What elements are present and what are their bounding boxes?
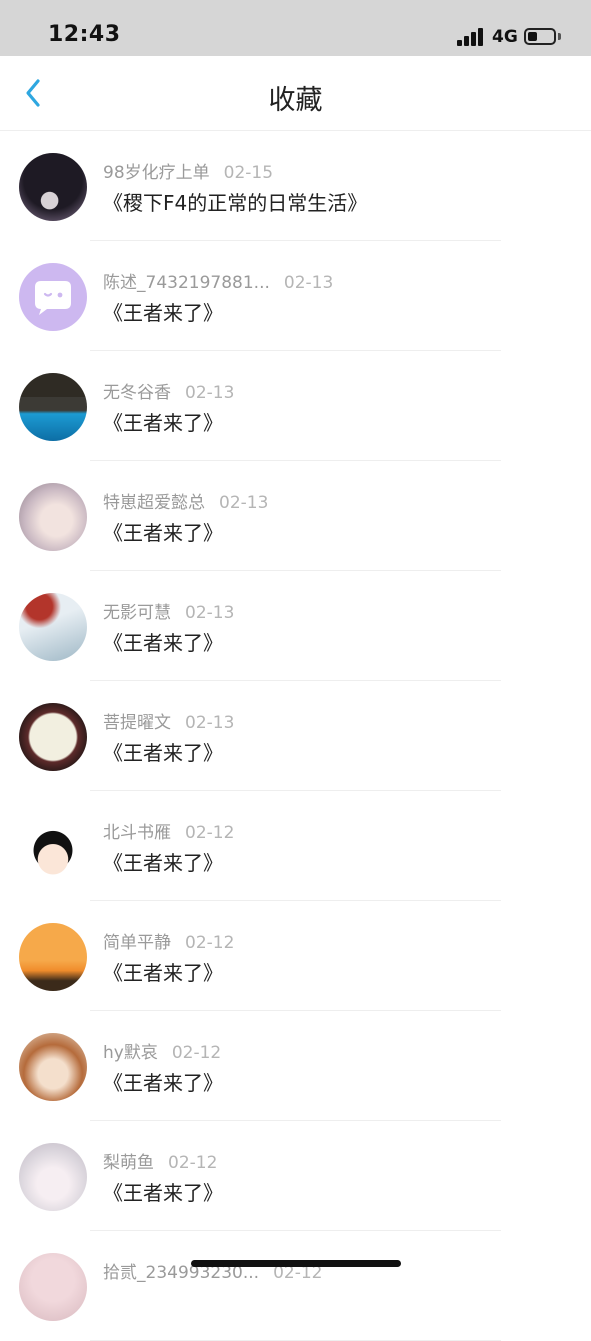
book-title[interactable]: 《王者来了》 bbox=[103, 627, 223, 656]
date: 02-12 bbox=[185, 823, 235, 843]
list-item[interactable]: 北斗书雁 02-12 《王者来了》 bbox=[0, 791, 591, 901]
favorites-list: 98岁化疗上单 02-15 《稷下F4的正常的日常生活》陈述_7432197881.… bbox=[0, 131, 591, 1341]
book-title[interactable]: 《王者来了》 bbox=[103, 297, 223, 326]
date: 02-13 bbox=[185, 713, 235, 733]
username[interactable]: 简单平静 bbox=[103, 933, 171, 953]
book-title[interactable]: 《王者来了》 bbox=[103, 957, 223, 986]
signal-icon bbox=[457, 28, 485, 46]
list-item[interactable]: 无影可慧 02-13 《王者来了》 bbox=[0, 571, 591, 681]
book-title[interactable]: 《王者来了》 bbox=[103, 1177, 223, 1206]
avatar[interactable] bbox=[19, 373, 87, 441]
network-type: 4G bbox=[492, 27, 518, 47]
username[interactable]: 98岁化疗上单 bbox=[103, 163, 210, 183]
list-item[interactable]: 98岁化疗上单 02-15 《稷下F4的正常的日常生活》 bbox=[0, 131, 591, 241]
list-item[interactable]: hy默哀 02-12 《王者来了》 bbox=[0, 1011, 591, 1121]
avatar[interactable] bbox=[19, 1143, 87, 1211]
list-item[interactable]: 菩提曜文 02-13 《王者来了》 bbox=[0, 681, 591, 791]
book-title[interactable]: 《王者来了》 bbox=[103, 847, 223, 876]
item-meta: 梨萌鱼 02-12 bbox=[103, 1148, 217, 1173]
list-item[interactable]: 特崽超爱懿总 02-13 《王者来了》 bbox=[0, 461, 591, 571]
username[interactable]: 无影可慧 bbox=[103, 603, 171, 623]
item-meta: 无影可慧 02-13 bbox=[103, 598, 234, 623]
username[interactable]: 北斗书雁 bbox=[103, 823, 171, 843]
date: 02-13 bbox=[185, 603, 235, 623]
page-title: 收藏 bbox=[268, 85, 323, 116]
avatar[interactable] bbox=[19, 153, 87, 221]
header: 收藏 bbox=[0, 56, 591, 131]
avatar[interactable] bbox=[19, 923, 87, 991]
date: 02-13 bbox=[283, 273, 334, 293]
status-time: 12:43 bbox=[48, 22, 121, 47]
battery-cap bbox=[558, 33, 561, 40]
username[interactable]: 陈述_7432197881... bbox=[103, 273, 270, 293]
date: 02-15 bbox=[223, 163, 274, 183]
list-item[interactable]: 梨萌鱼 02-12 《王者来了》 bbox=[0, 1121, 591, 1231]
book-title[interactable]: 《王者来了》 bbox=[103, 1067, 223, 1096]
avatar[interactable] bbox=[19, 593, 87, 661]
date: 02-13 bbox=[219, 493, 269, 513]
item-meta: 菩提曜文 02-13 bbox=[103, 708, 234, 733]
book-title[interactable]: 《王者来了》 bbox=[103, 407, 223, 436]
book-title[interactable]: 《王者来了》 bbox=[103, 737, 223, 766]
date: 02-12 bbox=[168, 1153, 218, 1173]
list-item[interactable]: 陈述_7432197881... 02-13 《王者来了》 bbox=[0, 241, 591, 351]
avatar[interactable] bbox=[19, 1253, 87, 1321]
item-meta: hy默哀 02-12 bbox=[103, 1038, 221, 1063]
chat-bubble-icon bbox=[35, 281, 71, 315]
username[interactable]: 特崽超爱懿总 bbox=[103, 493, 205, 513]
item-meta: 无冬谷香 02-13 bbox=[103, 378, 234, 403]
item-meta: 陈述_7432197881... 02-13 bbox=[103, 268, 333, 293]
list-item[interactable]: 无冬谷香 02-13 《王者来了》 bbox=[0, 351, 591, 461]
item-meta: 简单平静 02-12 bbox=[103, 928, 234, 953]
avatar[interactable] bbox=[19, 703, 87, 771]
battery-icon bbox=[524, 28, 556, 45]
username[interactable]: 梨萌鱼 bbox=[103, 1153, 154, 1173]
username[interactable]: hy默哀 bbox=[103, 1043, 158, 1063]
list-item[interactable]: 简单平静 02-12 《王者来了》 bbox=[0, 901, 591, 1011]
avatar[interactable] bbox=[19, 813, 87, 881]
date: 02-12 bbox=[171, 1043, 222, 1063]
item-meta: 98岁化疗上单 02-15 bbox=[103, 158, 273, 183]
battery-level bbox=[528, 32, 538, 41]
avatar[interactable] bbox=[19, 263, 87, 331]
list-item[interactable]: 拾贰_234993230... 02-12 bbox=[0, 1231, 591, 1341]
book-title[interactable]: 《稷下F4的正常的日常生活》 bbox=[103, 187, 367, 216]
date: 02-12 bbox=[185, 933, 235, 953]
book-title[interactable]: 《王者来了》 bbox=[103, 517, 223, 546]
item-meta: 特崽超爱懿总 02-13 bbox=[103, 488, 268, 513]
item-meta: 北斗书雁 02-12 bbox=[103, 818, 234, 843]
home-indicator[interactable] bbox=[191, 1260, 401, 1267]
username[interactable]: 无冬谷香 bbox=[103, 383, 171, 403]
username[interactable]: 菩提曜文 bbox=[103, 713, 171, 733]
avatar[interactable] bbox=[19, 483, 87, 551]
status-bar: 12:43 4G bbox=[0, 0, 591, 56]
date: 02-13 bbox=[185, 383, 235, 403]
avatar[interactable] bbox=[19, 1033, 87, 1101]
